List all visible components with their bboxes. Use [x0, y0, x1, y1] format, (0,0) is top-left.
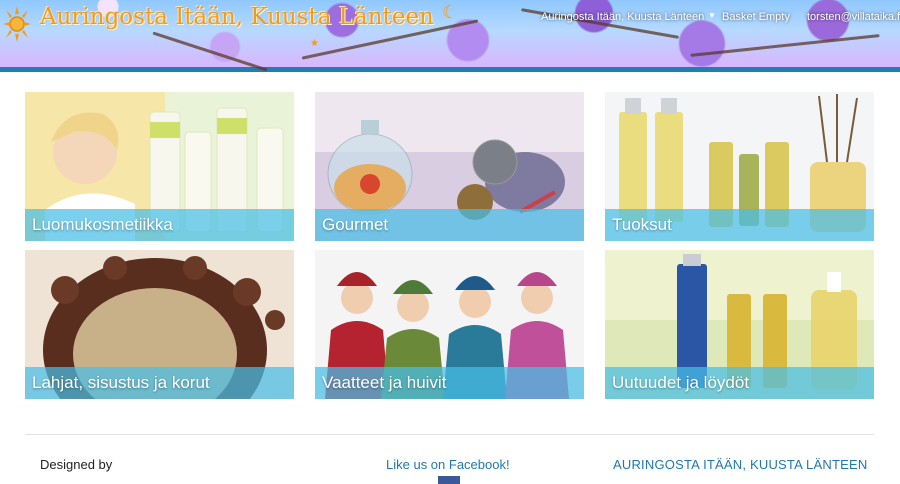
- sun-icon[interactable]: [2, 4, 32, 44]
- category-tile-gourmet[interactable]: Gourmet: [315, 92, 584, 241]
- nav-basket-link[interactable]: Basket Empty: [722, 11, 790, 23]
- facebook-link[interactable]: Like us on Facebook!: [386, 457, 510, 472]
- category-tile-tuoksut[interactable]: Tuoksut: [605, 92, 874, 241]
- category-label: Luomukosmetiikka: [32, 215, 173, 234]
- footer-designed-by: Designed by: [40, 457, 113, 472]
- moon-icon: ☾: [442, 2, 459, 22]
- category-tile-lahjat[interactable]: Lahjat, sisustus ja korut: [25, 250, 294, 399]
- category-tile-luomukosmetiikka[interactable]: Luomukosmetiikka: [25, 92, 294, 241]
- nav-user-link[interactable]: torsten@villataika.fi: [807, 11, 900, 23]
- category-grid: Luomukosmetiikka Gourmet Tuoksut Lahjat,…: [25, 92, 874, 399]
- category-label: Tuoksut: [612, 215, 672, 234]
- category-label: Gourmet: [322, 215, 389, 234]
- decorative-branch: [690, 34, 880, 57]
- header-banner: Auringosta Itään, Kuusta Länteen ☾ ★ Aur…: [0, 0, 900, 72]
- chevron-down-icon[interactable]: ▼: [708, 11, 716, 20]
- footer-brand-link[interactable]: AURINGOSTA ITÄÄN, KUUSTA LÄNTEEN: [613, 457, 867, 472]
- category-tile-uutuudet[interactable]: Uutuudet ja löydöt: [605, 250, 874, 399]
- nav-site-link[interactable]: Auringosta Itään, Kuusta Länteen: [541, 11, 704, 23]
- decorative-branch: [152, 31, 268, 72]
- category-label: Uutuudet ja löydöt: [612, 373, 750, 392]
- facebook-icon[interactable]: [438, 476, 460, 484]
- category-tile-vaatteet[interactable]: Vaatteet ja huivit: [315, 250, 584, 399]
- category-label: Vaatteet ja huivit: [322, 373, 447, 392]
- category-label: Lahjat, sisustus ja korut: [32, 373, 210, 392]
- star-icon: ★: [310, 38, 319, 49]
- footer-divider: [25, 434, 874, 435]
- site-title[interactable]: Auringosta Itään, Kuusta Länteen: [40, 4, 434, 30]
